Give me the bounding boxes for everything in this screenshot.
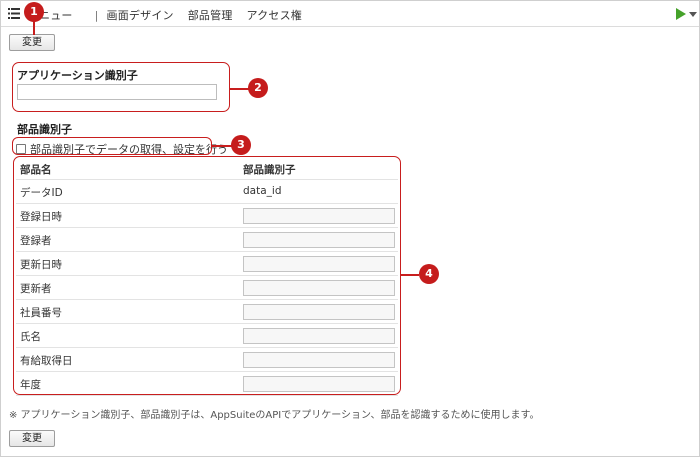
menu-item-screen-design[interactable]: 画面デザイン bbox=[107, 7, 174, 23]
footnote: ※ アプリケーション識別子、部品識別子は、AppSuiteのAPIでアプリケーシ… bbox=[9, 410, 540, 421]
caret-down-icon[interactable] bbox=[689, 12, 697, 17]
callout-badge-2: 2 bbox=[248, 78, 268, 98]
menu-item-access-rights[interactable]: アクセス権 bbox=[247, 7, 302, 23]
callout-leader-2 bbox=[230, 88, 250, 90]
top-menu-bar: ニュー | 画面デザイン 部品管理 アクセス権 bbox=[1, 1, 699, 27]
play-icon[interactable] bbox=[676, 8, 686, 20]
callout-badge-4: 4 bbox=[419, 264, 439, 284]
callout-outline-checkbox bbox=[12, 137, 212, 155]
parts-identifier-label: 部品識別子 bbox=[17, 123, 72, 136]
callout-leader-4 bbox=[401, 274, 419, 276]
callout-badge-1: 1 bbox=[24, 2, 44, 22]
callout-badge-3: 3 bbox=[231, 135, 251, 155]
menu-items: ニュー | 画面デザイン 部品管理 アクセス権 bbox=[23, 7, 302, 23]
menu-item-menu[interactable]: ニュー bbox=[39, 7, 73, 23]
menu-separator: | bbox=[94, 9, 99, 22]
menu-item-parts-management[interactable]: 部品管理 bbox=[188, 7, 233, 23]
change-button-top[interactable]: 変更 bbox=[9, 34, 55, 51]
callout-outline-app-identifier bbox=[12, 62, 230, 112]
change-button-bottom[interactable]: 変更 bbox=[9, 430, 55, 447]
callout-leader-3 bbox=[212, 145, 232, 147]
list-icon[interactable] bbox=[8, 8, 20, 19]
callout-outline-parts-table bbox=[13, 156, 401, 395]
